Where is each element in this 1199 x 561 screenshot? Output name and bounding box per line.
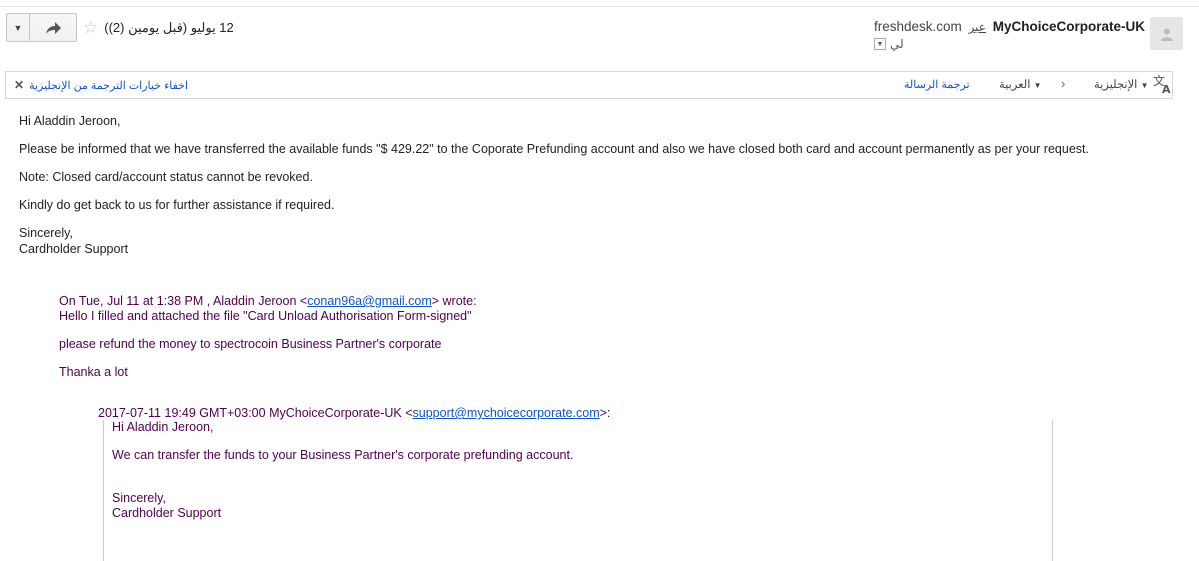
quote-line: Thanka a lot: [59, 365, 128, 379]
message-date: 12 يوليو (قبل يومين (2)): [104, 19, 234, 35]
reply-dropdown-icon: ▼: [13, 22, 23, 33]
action-button-group: ▼: [6, 13, 77, 42]
email-link[interactable]: conan96a@gmail.com: [307, 294, 432, 308]
translate-message-link[interactable]: ترجمة الرسالة: [904, 78, 970, 91]
signature: Cardholder Support: [19, 242, 129, 256]
svg-text:A: A: [1162, 83, 1171, 95]
avatar[interactable]: [1150, 17, 1183, 50]
translation-bar: اخفاء خيارات الترجمة من الإنجليزية ✕ ترج…: [5, 71, 1173, 99]
caret-down-icon: ▼: [1033, 81, 1042, 90]
quote-line: please refund the money to spectrocoin B…: [59, 337, 442, 351]
signature: Cardholder Support: [112, 506, 222, 520]
via-label[interactable]: عبر: [969, 20, 986, 34]
signoff: Sincerely,: [19, 226, 73, 240]
quote-attribution: 2017-07-11 19:49 GMT+03:00 MyChoiceCorpo…: [98, 406, 611, 420]
target-language-select[interactable]: العربية ▼: [999, 77, 1042, 91]
sender-domain: freshdesk.com: [874, 19, 962, 34]
star-icon[interactable]: ☆: [83, 18, 98, 38]
avatar-icon: [1160, 28, 1173, 41]
quote-line: We can transfer the funds to your Busine…: [112, 448, 574, 462]
message-actions: ▼ ☆ 12 يوليو (قبل يومين (2)): [6, 13, 234, 42]
quote-greeting: Hi Aladdin Jeroon,: [112, 420, 214, 434]
caret-down-icon: ▼: [1140, 81, 1149, 90]
close-icon[interactable]: ✕: [14, 78, 24, 92]
more-options-button[interactable]: ▼: [7, 14, 30, 41]
quote-attribution: On Tue, Jul 11 at 1:38 PM , Aladdin Jero…: [59, 294, 477, 308]
quoted-message-1: On Tue, Jul 11 at 1:38 PM , Aladdin Jero…: [59, 294, 477, 380]
recipient-line: لي ▼: [874, 37, 1145, 51]
top-divider: [0, 6, 1199, 7]
hide-translation-label[interactable]: اخفاء خيارات الترجمة من الإنجليزية: [29, 79, 188, 92]
sender-name[interactable]: MyChoiceCorporate-UK: [993, 19, 1145, 34]
chevron-down-icon[interactable]: ▼: [874, 38, 886, 50]
signoff: Sincerely,: [112, 491, 166, 505]
forward-icon: [45, 21, 61, 34]
body-paragraph: Note: Closed card/account status cannot …: [19, 170, 313, 184]
quoted-message-2: Hi Aladdin Jeroon, We can transfer the f…: [112, 420, 573, 521]
forward-button[interactable]: [30, 14, 76, 41]
message-body: Hi Aladdin Jeroon, Please be informed th…: [19, 113, 1179, 257]
greeting: Hi Aladdin Jeroon,: [19, 114, 121, 128]
hide-translation-options[interactable]: اخفاء خيارات الترجمة من الإنجليزية ✕: [14, 78, 188, 92]
email-link[interactable]: support@mychoicecorporate.com: [413, 406, 600, 420]
quote-line: Hello I filled and attached the file "Ca…: [59, 309, 472, 323]
source-language-label: الإنجليزية: [1094, 79, 1138, 91]
source-language-select[interactable]: الإنجليزية ▼: [1094, 77, 1149, 91]
body-paragraph: Please be informed that we have transfer…: [19, 142, 1089, 156]
target-language-label: العربية: [999, 79, 1031, 91]
recipient-label: لي: [890, 37, 904, 51]
translate-icon: 文 A: [1153, 73, 1171, 95]
sender-line: MyChoiceCorporate-UK عبر freshdesk.com: [874, 19, 1145, 34]
chevron-right-icon: ›: [1061, 76, 1066, 91]
body-paragraph: Kindly do get back to us for further ass…: [19, 198, 335, 212]
sender-block: MyChoiceCorporate-UK عبر freshdesk.com ل…: [874, 19, 1145, 51]
